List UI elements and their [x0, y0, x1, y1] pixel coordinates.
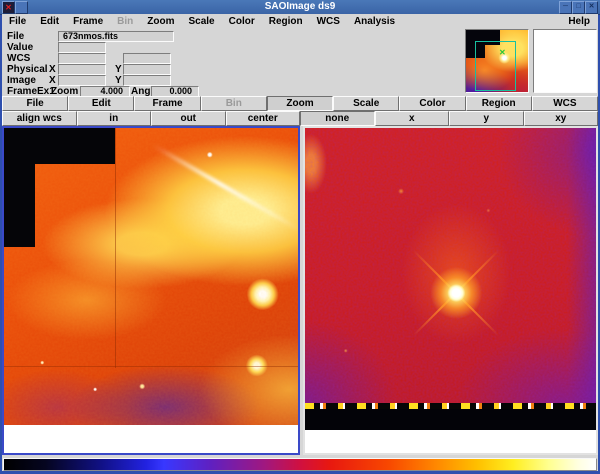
menu-item-frame[interactable]: Frame [66, 16, 110, 27]
frame-1-nebula-image [4, 128, 298, 425]
menu-item-color[interactable]: Color [222, 16, 262, 27]
menu-item-edit[interactable]: Edit [33, 16, 66, 27]
filename-field: 673nmos.fits [58, 31, 174, 42]
window-titlebar[interactable]: ✕ SAOImage ds9 ─ □ ✕ [0, 0, 600, 15]
button-wcs[interactable]: WCS [532, 96, 598, 111]
physical-y-field [123, 64, 171, 75]
frame-2-field-image [305, 128, 596, 403]
wcs-field-2 [123, 53, 171, 64]
button-file[interactable]: File [2, 96, 68, 111]
button-align-wcs[interactable]: align wcs [2, 111, 77, 126]
detector-blank-region [305, 409, 596, 430]
menu-item-region[interactable]: Region [262, 16, 310, 27]
maximize-button[interactable]: □ [572, 1, 585, 14]
button-flip-xy[interactable]: xy [524, 111, 599, 126]
button-color[interactable]: Color [399, 96, 465, 111]
panner-viewport-rect[interactable] [475, 41, 516, 91]
button-flip-y[interactable]: y [449, 111, 524, 126]
window-title: SAOImage ds9 [0, 1, 600, 12]
button-flip-none[interactable]: none [300, 111, 375, 126]
mosaic-blank-region [4, 128, 35, 247]
image-x-label: X [49, 76, 56, 86]
physical-label: Physical [7, 65, 48, 75]
wcs-field-1 [58, 53, 106, 64]
physical-x-field [58, 64, 106, 75]
menu-item-analysis[interactable]: Analysis [347, 16, 402, 27]
image-y-label: Y [115, 76, 122, 86]
buttonbar-secondary: align wcs in out center none x y xy [2, 111, 598, 126]
frame-2[interactable] [303, 126, 598, 455]
button-scale[interactable]: Scale [333, 96, 399, 111]
button-center[interactable]: center [226, 111, 301, 126]
menu-item-wcs[interactable]: WCS [310, 16, 347, 27]
star-core-glow [305, 128, 596, 403]
button-zoom-out[interactable]: out [151, 111, 226, 126]
physical-y-label: Y [115, 65, 122, 75]
button-frame[interactable]: Frame [134, 96, 200, 111]
button-zoom-in[interactable]: in [77, 111, 152, 126]
mosaic-seam [115, 128, 116, 368]
button-bin: Bin [201, 96, 267, 111]
file-label: File [7, 32, 24, 42]
bright-star [305, 128, 596, 403]
close-button[interactable]: ✕ [585, 1, 598, 14]
menu-item-help[interactable]: Help [561, 16, 598, 27]
menu-item-scale[interactable]: Scale [181, 16, 221, 27]
magnifier[interactable] [533, 29, 597, 93]
button-edit[interactable]: Edit [68, 96, 134, 111]
image-label: Image [7, 76, 36, 86]
menu-item-file[interactable]: File [2, 16, 33, 27]
info-panel: File 673nmos.fits Value WCS Physical X Y… [2, 28, 598, 96]
physical-x-label: X [49, 65, 56, 75]
display-canvas [2, 126, 598, 457]
buttonbar-primary: File Edit Frame Bin Zoom Scale Color Reg… [2, 96, 598, 111]
value-field [58, 42, 106, 53]
image-x-field [58, 75, 106, 86]
button-zoom[interactable]: Zoom [267, 96, 333, 111]
minimize-button[interactable]: ─ [559, 1, 572, 14]
menu-item-zoom[interactable]: Zoom [140, 16, 181, 27]
button-region[interactable]: Region [466, 96, 532, 111]
menu-item-bin: Bin [110, 16, 140, 27]
wcs-label: WCS [7, 54, 30, 64]
button-flip-x[interactable]: x [375, 111, 450, 126]
value-label: Value [7, 43, 33, 53]
image-y-field [123, 75, 171, 86]
frame-1[interactable] [2, 126, 300, 455]
colorbar[interactable] [3, 458, 597, 471]
panner-compass-icon: ✕ [499, 49, 506, 57]
colorbar-area [2, 457, 598, 471]
panner[interactable]: ✕ [465, 29, 529, 93]
menubar: File Edit Frame Bin Zoom Scale Color Reg… [2, 14, 598, 29]
mosaic-seam [4, 366, 298, 367]
nebula-filament [152, 144, 298, 232]
